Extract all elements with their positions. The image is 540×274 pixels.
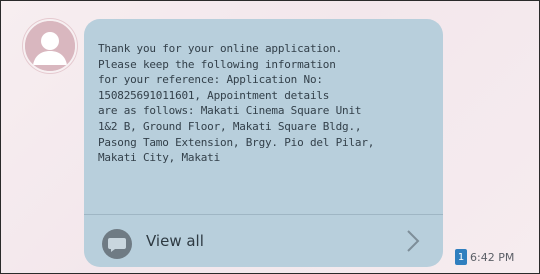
avatar-silhouette	[25, 21, 75, 71]
timestamp: 6:42 PM	[470, 250, 515, 264]
view-all-button[interactable]: View all	[84, 215, 443, 267]
chat-bubble-icon	[102, 229, 132, 259]
sim-card-icon: 1	[455, 249, 467, 265]
message-bubble[interactable]: Thank you for your online application. P…	[84, 19, 443, 267]
message-text: Thank you for your online application. P…	[98, 42, 375, 165]
contact-avatar-icon[interactable]	[23, 19, 77, 73]
chevron-right-icon	[407, 230, 420, 252]
view-all-label: View all	[146, 232, 204, 250]
screenshot-frame: Thank you for your online application. P…	[0, 0, 540, 274]
message-meta: 1 6:42 PM	[455, 249, 514, 265]
